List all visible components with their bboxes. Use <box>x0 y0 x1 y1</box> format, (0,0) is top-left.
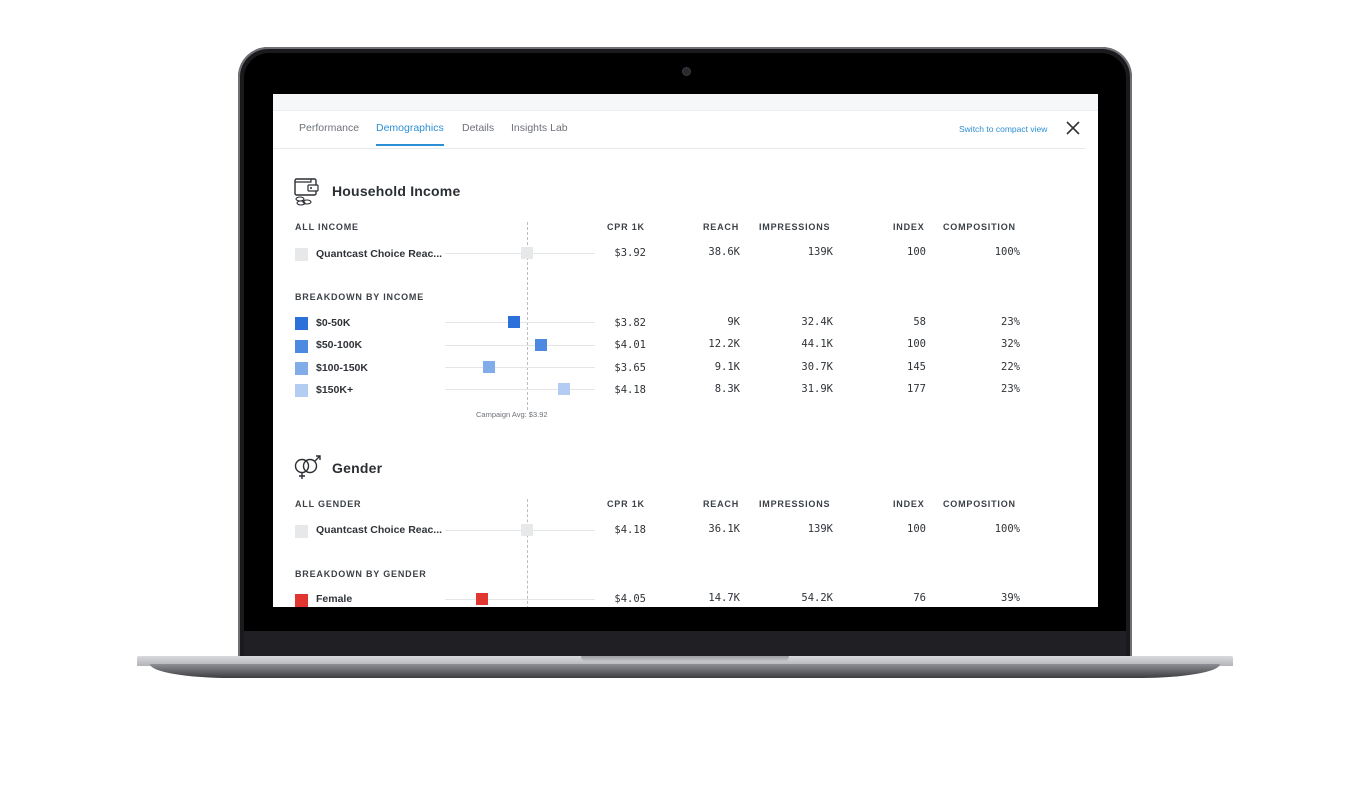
cpr-marker[interactable] <box>521 247 533 259</box>
index-value: 177 <box>907 383 926 395</box>
col-reach: REACH <box>703 499 740 509</box>
col-impressions: IMPRESSIONS <box>759 222 831 232</box>
impressions-value: 44.1K <box>801 338 833 350</box>
webcam <box>683 68 690 75</box>
reach-value: 36.1K <box>708 523 740 535</box>
cpr-marker[interactable] <box>476 593 488 605</box>
row-label: $100-150K <box>316 362 368 374</box>
all-gender-label: ALL GENDER <box>295 499 362 509</box>
cpr-value: $3.92 <box>614 247 646 259</box>
gender-symbols-icon <box>294 455 321 479</box>
laptop-chin <box>244 607 1126 631</box>
composition-value: 23% <box>1001 383 1020 395</box>
tab-details[interactable]: Details <box>462 122 494 134</box>
reach-value: 8.3K <box>714 383 740 395</box>
index-value: 58 <box>913 316 926 328</box>
campaign-average-caption: Campaign Avg: $3.92 <box>476 410 548 419</box>
reach-value: 12.2K <box>708 338 740 350</box>
tab-demographics[interactable]: Demographics <box>376 122 444 146</box>
col-cpr-1k: CPR 1K <box>607 222 645 232</box>
legend-swatch <box>295 362 308 375</box>
impressions-value: 139K <box>807 523 833 535</box>
composition-value: 32% <box>1001 338 1020 350</box>
row-label: Quantcast Choice Reac... <box>316 248 443 260</box>
col-reach: REACH <box>703 222 740 232</box>
household-income-title: Household Income <box>332 183 461 199</box>
laptop-hinge <box>244 631 1126 657</box>
impressions-value: 30.7K <box>801 361 833 373</box>
composition-value: 39% <box>1001 592 1020 604</box>
composition-value: 100% <box>994 246 1020 258</box>
row-label: $50-100K <box>316 339 363 351</box>
cpr-marker[interactable] <box>521 524 533 536</box>
switch-compact-view-link[interactable]: Switch to compact view <box>959 124 1047 134</box>
cpr-value: $3.65 <box>614 362 646 374</box>
col-cpr-1k: CPR 1K <box>607 499 645 509</box>
reach-value: 14.7K <box>708 592 740 604</box>
cpr-value: $4.05 <box>614 593 646 605</box>
composition-value: 100% <box>994 523 1020 535</box>
breakdown-by-gender-label: BREAKDOWN BY GENDER <box>295 569 427 579</box>
composition-value: 23% <box>1001 316 1020 328</box>
legend-swatch <box>295 248 308 261</box>
index-value: 100 <box>907 246 926 258</box>
legend-swatch <box>295 525 308 538</box>
all-income-label: ALL INCOME <box>295 222 359 232</box>
legend-swatch <box>295 340 308 353</box>
laptop-notch <box>581 656 789 662</box>
col-impressions: IMPRESSIONS <box>759 499 831 509</box>
row-label: $0-50K <box>316 317 351 329</box>
index-value: 145 <box>907 361 926 373</box>
app-screen: Performance Demographics Details Insight… <box>273 94 1098 607</box>
row-label: Quantcast Choice Reac... <box>316 524 443 536</box>
top-strip <box>273 94 1098 111</box>
index-value: 100 <box>907 338 926 350</box>
breakdown-by-income-label: BREAKDOWN BY INCOME <box>295 292 425 302</box>
wallet-coins-icon <box>294 178 319 206</box>
campaign-average-line <box>527 499 528 607</box>
row-label: $150K+ <box>316 384 354 396</box>
cpr-value: $4.18 <box>614 384 646 396</box>
legend-swatch <box>295 594 308 607</box>
cpr-value: $4.18 <box>614 524 646 536</box>
index-value: 76 <box>913 592 926 604</box>
legend-swatch <box>295 317 308 330</box>
col-composition: COMPOSITION <box>943 499 1016 509</box>
col-index: INDEX <box>893 499 925 509</box>
close-icon[interactable] <box>1064 119 1082 137</box>
legend-swatch <box>295 384 308 397</box>
cpr-marker[interactable] <box>508 316 520 328</box>
col-index: INDEX <box>893 222 925 232</box>
impressions-value: 139K <box>807 246 833 258</box>
impressions-value: 54.2K <box>801 592 833 604</box>
cpr-marker[interactable] <box>535 339 547 351</box>
laptop-base-bottom <box>150 664 1220 678</box>
reach-value: 38.6K <box>708 246 740 258</box>
reach-value: 9.1K <box>714 361 740 373</box>
cpr-value: $4.01 <box>614 339 646 351</box>
cpr-marker[interactable] <box>483 361 495 373</box>
reach-value: 9K <box>727 316 740 328</box>
impressions-value: 31.9K <box>801 383 833 395</box>
tab-bar: Performance Demographics Details Insight… <box>273 110 1085 149</box>
cpr-value: $3.82 <box>614 317 646 329</box>
col-composition: COMPOSITION <box>943 222 1016 232</box>
tab-insights-lab[interactable]: Insights Lab <box>511 122 568 134</box>
gender-title: Gender <box>332 460 383 476</box>
index-value: 100 <box>907 523 926 535</box>
composition-value: 22% <box>1001 361 1020 373</box>
impressions-value: 32.4K <box>801 316 833 328</box>
row-label: Female <box>316 593 353 605</box>
tab-performance[interactable]: Performance <box>299 122 359 134</box>
